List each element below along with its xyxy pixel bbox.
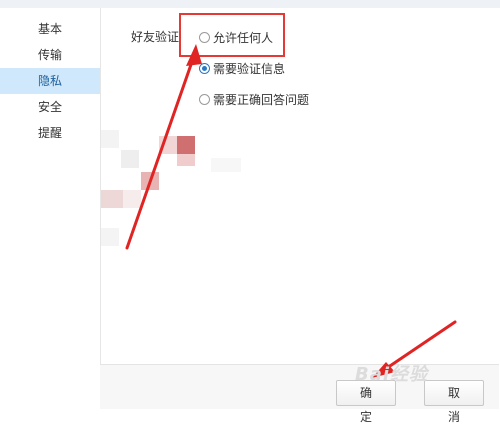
baidu-watermark: Bai经验 bbox=[355, 364, 429, 385]
arrow-to-option-icon bbox=[125, 44, 202, 250]
annotation-arrows bbox=[125, 44, 457, 378]
